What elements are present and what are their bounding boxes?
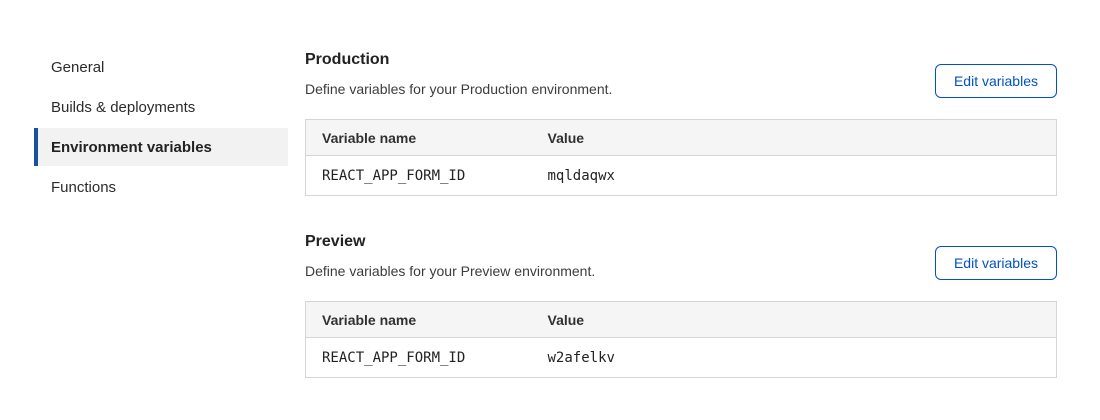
table-row: REACT_APP_FORM_ID w2afelkv — [306, 338, 1057, 378]
sidebar-item-environment-variables[interactable]: Environment variables — [34, 128, 288, 166]
column-header-variable-name: Variable name — [306, 120, 532, 156]
column-header-variable-name: Variable name — [306, 302, 532, 338]
table-header-row: Variable name Value — [306, 302, 1057, 338]
column-header-value: Value — [532, 120, 1057, 156]
variable-value-cell: w2afelkv — [532, 338, 1057, 378]
sidebar-item-builds-deployments[interactable]: Builds & deployments — [34, 88, 288, 126]
production-edit-variables-button[interactable]: Edit variables — [935, 64, 1057, 98]
variable-name-cell: REACT_APP_FORM_ID — [306, 156, 532, 196]
preview-section: Preview Define variables for your Previe… — [305, 232, 1057, 378]
preview-edit-variables-button[interactable]: Edit variables — [935, 246, 1057, 280]
table-row: REACT_APP_FORM_ID mqldaqwx — [306, 156, 1057, 196]
column-header-value: Value — [532, 302, 1057, 338]
variable-value-cell: mqldaqwx — [532, 156, 1057, 196]
table-header-row: Variable name Value — [306, 120, 1057, 156]
production-section: Production Define variables for your Pro… — [305, 50, 1057, 196]
settings-sidebar: General Builds & deployments Environment… — [34, 48, 288, 208]
environment-variables-settings-page: General Builds & deployments Environment… — [0, 0, 1100, 420]
variable-name-cell: REACT_APP_FORM_ID — [306, 338, 532, 378]
settings-content: Production Define variables for your Pro… — [305, 50, 1057, 414]
production-variables-table: Variable name Value REACT_APP_FORM_ID mq… — [305, 119, 1057, 196]
sidebar-item-functions[interactable]: Functions — [34, 168, 288, 206]
sidebar-item-general[interactable]: General — [34, 48, 288, 86]
preview-variables-table: Variable name Value REACT_APP_FORM_ID w2… — [305, 301, 1057, 378]
